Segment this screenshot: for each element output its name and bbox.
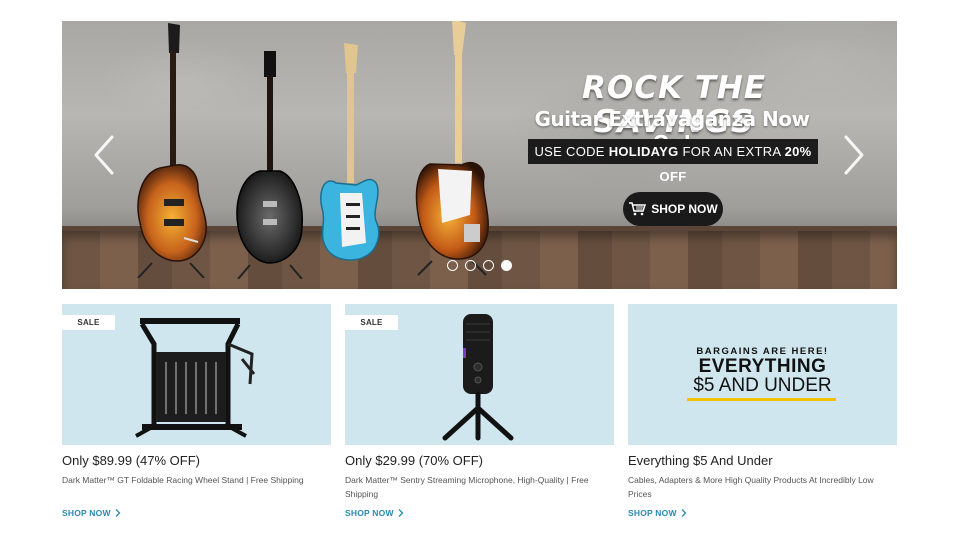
promo-code: HOLIDAYG (608, 144, 679, 159)
product-card-microphone[interactable]: SALE Only $29.99 (70% OFF) Dark Matter™ … (345, 304, 614, 518)
hero-banner[interactable]: ROCK THE SAVINGS Guitar Extravaganza Now… (62, 21, 897, 289)
microphone-image (442, 314, 514, 441)
hero-shop-now-label: SHOP NOW (651, 202, 718, 216)
card-title: Only $29.99 (70% OFF) (345, 453, 483, 468)
shop-now-link[interactable]: SHOP NOW (62, 508, 121, 518)
chevron-right-icon (681, 509, 687, 517)
chevron-right-icon[interactable] (838, 133, 868, 177)
promo-image-five-dollar[interactable]: BARGAINS ARE HERE! EVERYTHING $5 AND UND… (628, 304, 897, 445)
sale-badge: SALE (345, 315, 398, 330)
chevron-right-icon (115, 509, 121, 517)
chevron-right-icon (398, 509, 404, 517)
shop-now-link[interactable]: SHOP NOW (345, 508, 404, 518)
carousel-dot-2[interactable] (465, 260, 476, 271)
cart-icon (629, 202, 647, 216)
code-prefix: USE CODE (534, 144, 605, 159)
bargain-underline (687, 398, 836, 401)
product-image-racing-stand[interactable]: SALE (62, 304, 331, 445)
carousel-dot-1[interactable] (447, 260, 458, 271)
bargain-heading: EVERYTHING (698, 356, 827, 377)
card-title: Everything $5 And Under (628, 453, 773, 468)
chevron-left-icon[interactable] (90, 133, 120, 177)
shop-now-label: SHOP NOW (345, 508, 394, 518)
card-title: Only $89.99 (47% OFF) (62, 453, 200, 468)
telecaster-guitar-image (415, 21, 489, 276)
hero-shop-now-button[interactable]: SHOP NOW (623, 192, 723, 226)
sunburst-guitar-image (137, 23, 207, 278)
shop-now-label: SHOP NOW (628, 508, 677, 518)
card-description: Cables, Adapters & More High Quality Pro… (628, 475, 874, 499)
promo-code-bar: USE CODE HOLIDAYG FOR AN EXTRA 20% OFF (528, 139, 818, 184)
shop-now-label: SHOP NOW (62, 508, 111, 518)
shop-now-link[interactable]: SHOP NOW (628, 508, 687, 518)
carousel-dots (447, 260, 512, 271)
sale-badge: SALE (62, 315, 115, 330)
card-description: Dark Matter™ Sentry Streaming Microphone… (345, 475, 589, 499)
bargain-subheading: $5 AND UNDER (693, 375, 832, 396)
racing-stand-image (135, 318, 256, 438)
carousel-dot-3[interactable] (483, 260, 494, 271)
product-image-microphone[interactable]: SALE (345, 304, 614, 445)
carousel-dot-4[interactable] (501, 260, 512, 271)
card-description: Dark Matter™ GT Foldable Racing Wheel St… (62, 475, 304, 485)
promo-card-five-dollar[interactable]: BARGAINS ARE HERE! EVERYTHING $5 AND UND… (628, 304, 897, 518)
black-guitar-image (236, 51, 303, 279)
blue-guitar-image (320, 43, 380, 261)
code-mid: FOR AN EXTRA (682, 144, 781, 159)
product-card-racing-stand[interactable]: SALE Only $89.99 (47% OFF) Dark Matter™ … (62, 304, 331, 518)
